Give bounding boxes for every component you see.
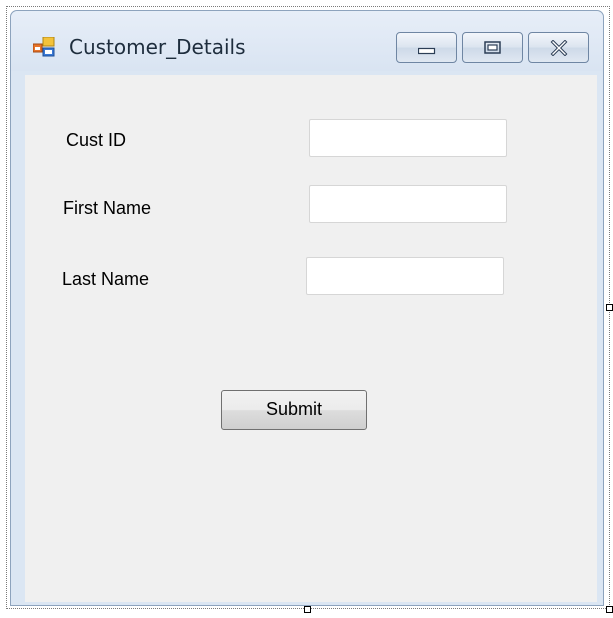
- close-icon: [550, 40, 568, 56]
- resize-grip-bottom[interactable]: [304, 606, 311, 613]
- close-button[interactable]: [528, 32, 589, 63]
- first-name-label: First Name: [63, 198, 152, 218]
- maximize-icon: [484, 41, 501, 54]
- resize-grip-right[interactable]: [606, 304, 613, 311]
- windows-form-icon: [32, 36, 55, 57]
- cust-id-input[interactable]: [309, 119, 507, 157]
- resize-grip-corner[interactable]: [606, 606, 613, 613]
- first-name-input[interactable]: [309, 185, 507, 223]
- last-name-input[interactable]: [306, 257, 504, 295]
- submit-button[interactable]: Submit: [221, 390, 367, 430]
- cust-id-label: Cust ID: [66, 130, 127, 150]
- minimize-icon: [418, 47, 436, 55]
- window-title: Customer_Details: [69, 35, 246, 59]
- form-client-area: Cust ID First Name Last Name Submit: [25, 75, 597, 602]
- minimize-button[interactable]: [396, 32, 457, 63]
- last-name-label: Last Name: [62, 269, 150, 289]
- maximize-button[interactable]: [462, 32, 523, 63]
- title-bar[interactable]: Customer_Details: [11, 11, 603, 71]
- customer-details-window: Customer_Details Cust ID First Name Last…: [10, 10, 604, 606]
